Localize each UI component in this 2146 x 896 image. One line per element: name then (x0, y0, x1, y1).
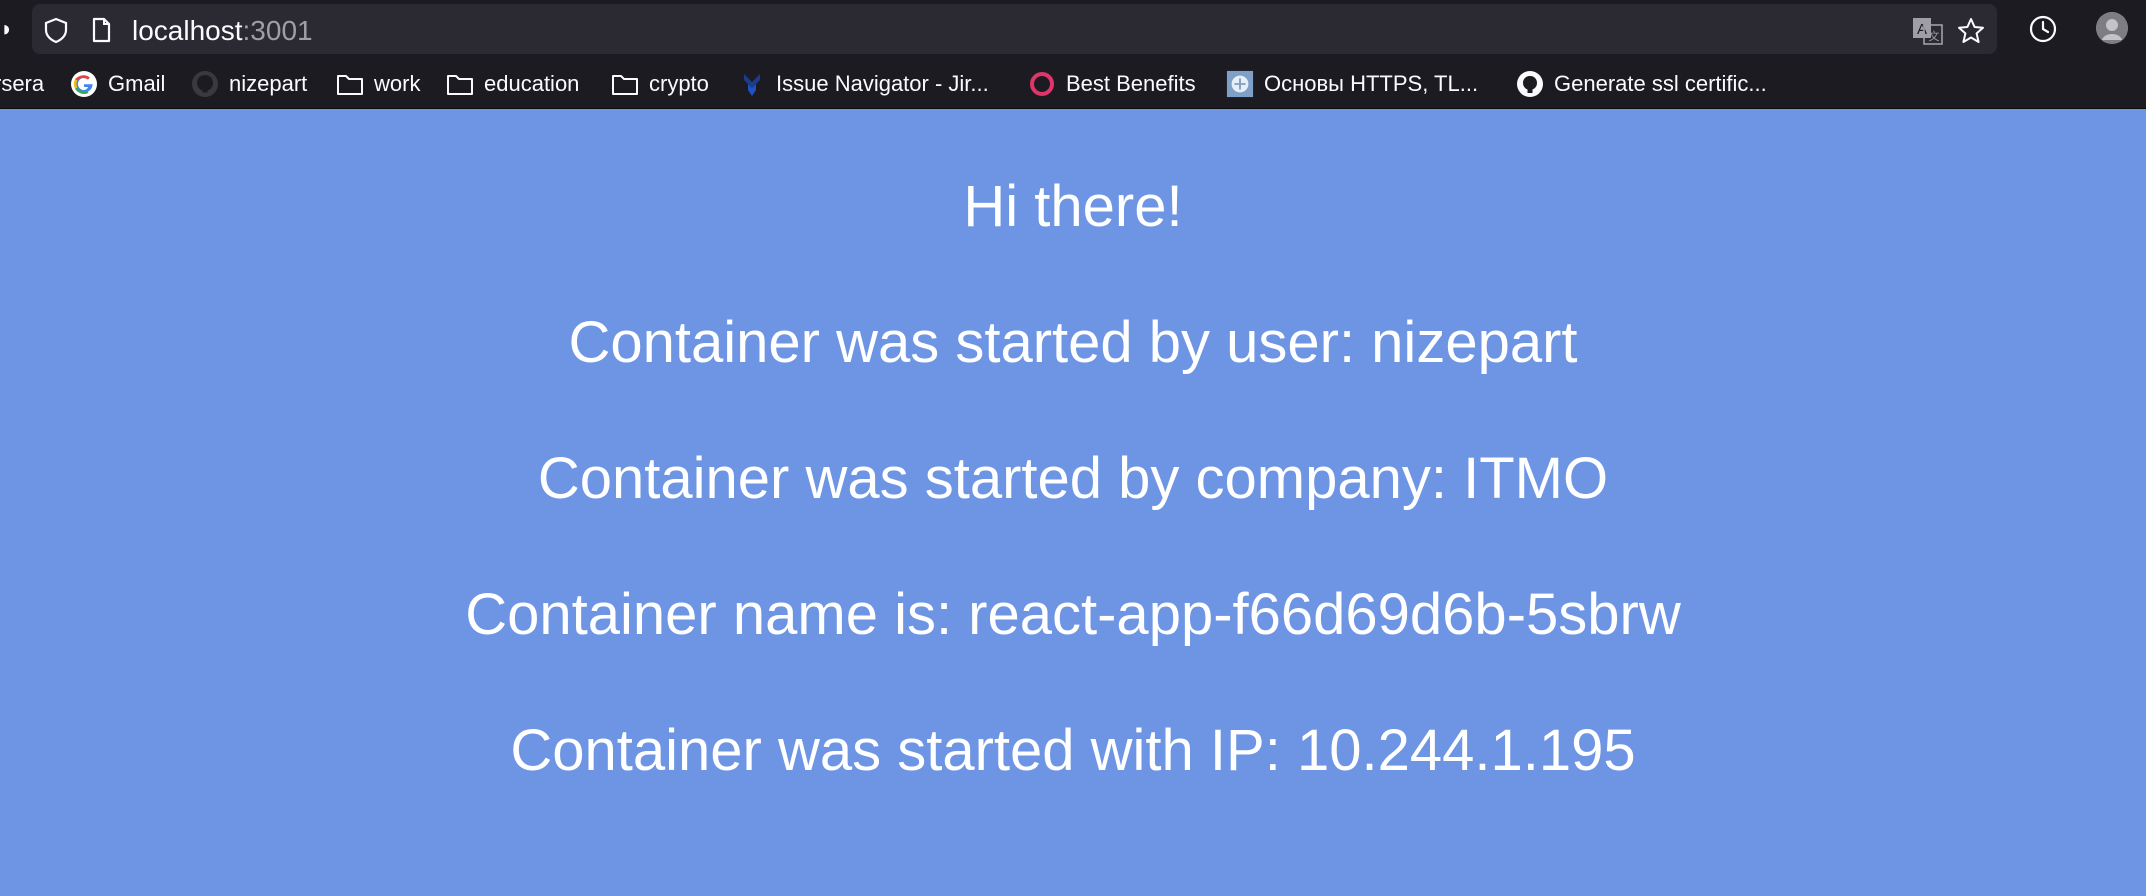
github-icon (1516, 70, 1544, 98)
url-host: localhost (132, 15, 243, 46)
jira-icon (738, 70, 766, 98)
star-bookmark-icon[interactable] (1956, 16, 1986, 51)
folder-icon (336, 70, 364, 98)
bookmark-label: rsera (0, 71, 45, 96)
browser-toolbar: ◗ localhost:3001 A文 (0, 0, 2146, 60)
folder-icon (611, 70, 639, 98)
history-clock-icon[interactable] (2028, 14, 2058, 49)
bookmark-label: Gmail (108, 71, 166, 96)
company-info-text: Container was started by company: ITMO (537, 446, 1609, 511)
profile-avatar[interactable] (2096, 12, 2128, 44)
bookmark-item[interactable]: Gmail (70, 68, 165, 100)
site-icon (1226, 70, 1254, 98)
page-content: Hi there! Container was started by user:… (0, 109, 2146, 896)
bookmark-item[interactable]: Issue Navigator - Jir... (738, 68, 989, 100)
bookmark-item[interactable]: Generate ssl certific... (1516, 68, 1767, 100)
folder-icon (446, 70, 474, 98)
bookmark-item[interactable]: nizepart (191, 68, 307, 100)
bookmark-label: Основы HTTPS, TL... (1264, 71, 1479, 96)
bookmark-label: nizepart (229, 71, 308, 96)
benefits-icon (1028, 70, 1056, 98)
translate-icon[interactable]: A文 (1912, 16, 1944, 51)
bookmark-label: Generate ssl certific... (1554, 71, 1767, 96)
shield-icon[interactable] (42, 16, 70, 49)
bookmark-label: Issue Navigator - Jir... (776, 71, 989, 96)
url-port: :3001 (242, 15, 313, 46)
bookmark-label: education (484, 71, 580, 96)
google-icon (70, 70, 98, 98)
container-ip-text: Container was started with IP: 10.244.1.… (510, 718, 1636, 783)
bookmark-folder[interactable]: work (336, 68, 420, 100)
svg-text:文: 文 (1929, 29, 1940, 43)
greeting-heading: Hi there! (963, 174, 1183, 239)
bookmark-label: Best Benefits (1066, 71, 1196, 96)
user-info-text: Container was started by user: nizepart (568, 310, 1578, 375)
container-name-text: Container name is: react-app-f66d69d6b-5… (465, 582, 1681, 647)
cutoff-edge-icon: ◗ (0, 16, 14, 41)
svg-text:A: A (1917, 21, 1927, 38)
bookmark-label: crypto (649, 71, 709, 96)
bookmark-folder[interactable]: crypto (611, 68, 709, 100)
bookmark-item[interactable]: Основы HTTPS, TL... (1226, 68, 1478, 100)
bookmark-item[interactable]: Best Benefits (1028, 68, 1196, 100)
address-bar[interactable]: localhost:3001 A文 (32, 4, 1997, 54)
bookmarks-bar: rsera Gmail nizepart work education cryp… (0, 60, 2146, 109)
page-icon[interactable] (87, 16, 115, 49)
bookmark-item[interactable]: rsera (0, 68, 44, 100)
bookmark-folder[interactable]: education (446, 68, 579, 100)
github-icon (191, 70, 219, 98)
url-text[interactable]: localhost:3001 (132, 15, 313, 47)
bookmark-label: work (374, 71, 421, 96)
